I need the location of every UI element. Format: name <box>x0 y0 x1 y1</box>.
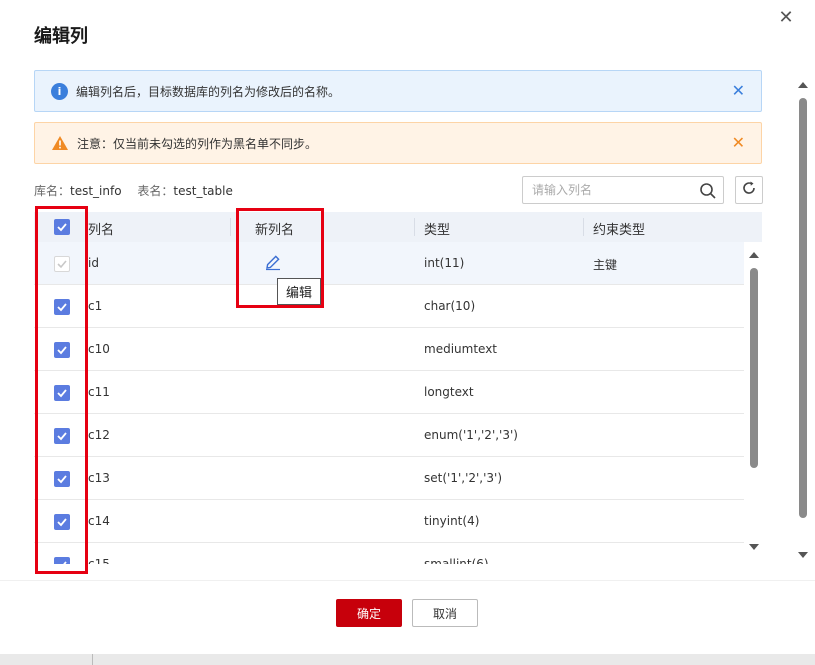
annotation-box-checkboxes <box>35 206 88 574</box>
table-scrollbar-thumb[interactable] <box>750 268 758 468</box>
confirm-button[interactable]: 确定 <box>336 599 402 627</box>
header-type: 类型 <box>424 223 451 238</box>
db-label: 库名： <box>34 184 71 198</box>
footer-divider <box>0 580 815 581</box>
header-constraint: 约束类型 <box>593 223 646 238</box>
table-row: c12 enum('1','2','3') <box>34 414 744 457</box>
close-icon[interactable]: ✕ <box>776 8 796 28</box>
refresh-icon <box>741 180 757 200</box>
info-icon: i <box>51 82 68 100</box>
warning-alert-close-icon[interactable]: ✕ <box>732 134 745 152</box>
table-label: 表名： <box>137 184 174 198</box>
row-constraint: 主键 <box>593 258 618 272</box>
row-column-name: c15 <box>88 557 110 564</box>
row-type: tinyint(4) <box>424 514 480 528</box>
row-column-name: c14 <box>88 514 110 528</box>
warning-alert-text: 注意：仅当前未勾选的列作为黑名单不同步。 <box>77 136 318 151</box>
table-row: c11 longtext <box>34 371 744 414</box>
scroll-down-icon[interactable] <box>749 544 759 550</box>
table-row: id int(11) 主键 <box>34 242 744 285</box>
row-type: smallint(6) <box>424 557 489 564</box>
header-divider <box>414 218 415 236</box>
table-value: test_table <box>173 184 233 198</box>
column-search-box <box>522 176 724 204</box>
dialog-scroll-down-icon[interactable] <box>798 552 808 558</box>
db-value: test_info <box>70 184 122 198</box>
dialog-scrollbar-thumb[interactable] <box>799 98 807 518</box>
dialog-scrollbar[interactable] <box>797 80 809 560</box>
row-column-name: c1 <box>88 299 103 313</box>
background-strip <box>0 654 815 665</box>
row-column-name: c10 <box>88 342 110 356</box>
table-header: 列名 新列名 类型 约束类型 <box>34 212 762 242</box>
row-type: enum('1','2','3') <box>424 428 518 442</box>
table-row: c15 smallint(6) <box>34 543 744 564</box>
refresh-button[interactable] <box>735 176 763 204</box>
info-alert: i 编辑列名后，目标数据库的列名为修改后的名称。 ✕ <box>34 70 762 112</box>
header-column-name: 列名 <box>88 223 115 238</box>
scroll-up-icon[interactable] <box>749 252 759 258</box>
row-type: set('1','2','3') <box>424 471 503 485</box>
background-divider <box>92 654 93 665</box>
header-divider <box>230 218 231 236</box>
table-row: c10 mediumtext <box>34 328 744 371</box>
row-type: longtext <box>424 385 474 399</box>
cancel-button[interactable]: 取消 <box>412 599 478 627</box>
row-column-name: c12 <box>88 428 110 442</box>
row-type: char(10) <box>424 299 476 313</box>
search-icon[interactable] <box>699 182 717 200</box>
table-scrollbar[interactable] <box>749 248 759 554</box>
edit-columns-dialog: 编辑列 ✕ i 编辑列名后，目标数据库的列名为修改后的名称。 ✕ 注意：仅当前未… <box>0 0 815 665</box>
annotation-box-new-name <box>236 208 324 308</box>
info-alert-close-icon[interactable]: ✕ <box>732 82 745 100</box>
row-column-name: c11 <box>88 385 110 399</box>
table-row: c1 char(10) <box>34 285 744 328</box>
table-row: c13 set('1','2','3') <box>34 457 744 500</box>
warning-icon <box>51 135 69 152</box>
info-alert-text: 编辑列名后，目标数据库的列名为修改后的名称。 <box>76 84 341 99</box>
dialog-title: 编辑列 <box>34 26 88 47</box>
columns-table: 列名 新列名 类型 约束类型 id int(11) 主键 c1 char(10) <box>34 212 762 564</box>
db-info: 库名：test_info 表名：test_table <box>34 182 245 199</box>
row-column-name: c13 <box>88 471 110 485</box>
row-type: mediumtext <box>424 342 498 356</box>
row-column-name: id <box>88 256 99 270</box>
dialog-scroll-up-icon[interactable] <box>798 82 808 88</box>
row-type: int(11) <box>424 256 465 270</box>
column-search-input[interactable] <box>523 177 688 203</box>
header-divider <box>583 218 584 236</box>
table-row: c14 tinyint(4) <box>34 500 744 543</box>
warning-alert: 注意：仅当前未勾选的列作为黑名单不同步。 ✕ <box>34 122 762 164</box>
